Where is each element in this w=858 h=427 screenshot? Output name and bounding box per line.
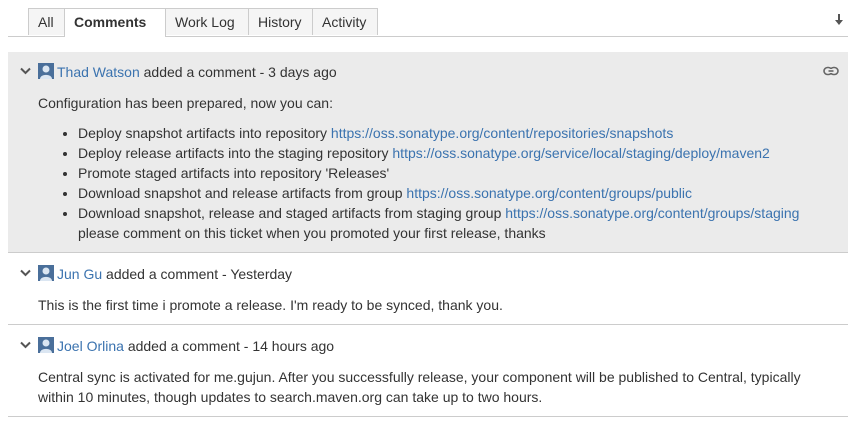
list-item: Promote staged artifacts into repository…	[78, 163, 828, 183]
user-avatar-icon[interactable]	[38, 337, 54, 353]
comment-body: This is the first time i promote a relea…	[38, 295, 828, 315]
list-item-text: Deploy snapshot artifacts into repositor…	[78, 125, 331, 141]
tab-comments[interactable]: Comments	[64, 8, 166, 37]
chevron-down-icon[interactable]	[20, 269, 31, 277]
list-item-text: Promote staged artifacts into repository…	[78, 165, 390, 181]
repository-link[interactable]: https://oss.sonatype.org/content/groups/…	[406, 185, 692, 201]
tab-history[interactable]: History	[248, 8, 313, 35]
comment-separator: -	[239, 338, 253, 354]
comment-separator: -	[218, 266, 231, 282]
comment-list: Deploy snapshot artifacts into repositor…	[38, 123, 828, 243]
user-avatar-icon[interactable]	[38, 265, 54, 281]
author-link[interactable]: Thad Watson	[57, 64, 140, 80]
author-link[interactable]: Joel Orlina	[57, 338, 124, 354]
comment-timestamp[interactable]: 14 hours ago	[252, 338, 334, 354]
author-link[interactable]: Jun Gu	[57, 266, 102, 282]
comment-timestamp[interactable]: 3 days ago	[268, 64, 337, 80]
comment-action: added a comment	[106, 266, 219, 282]
comment: Thad Watson added a comment - 3 days ago…	[8, 52, 848, 253]
comment-timestamp[interactable]: Yesterday	[230, 266, 292, 282]
list-item-text: Download snapshot and release artifacts …	[78, 185, 407, 201]
comment-intro: Configuration has been prepared, now you…	[38, 95, 333, 111]
comment-action: added a comment	[143, 64, 256, 80]
comment-meta: Thad Watson added a comment - 3 days ago	[57, 63, 337, 81]
comment-meta: Jun Gu added a comment - Yesterday	[57, 265, 292, 283]
repository-link[interactable]: https://oss.sonatype.org/service/local/s…	[392, 145, 769, 161]
comment: Joel Orlina added a comment - 14 hours a…	[8, 326, 848, 417]
tab-activity[interactable]: Activity	[312, 8, 378, 35]
list-item: Deploy release artifacts into the stagin…	[78, 143, 828, 163]
tab-work-log[interactable]: Work Log	[165, 8, 249, 35]
list-item: Deploy snapshot artifacts into repositor…	[78, 123, 828, 143]
chevron-down-icon[interactable]	[20, 67, 31, 75]
comment-meta: Joel Orlina added a comment - 14 hours a…	[57, 337, 334, 355]
link-icon[interactable]	[823, 66, 839, 76]
activity-tabs: All Comments Work Log History Activity	[8, 0, 848, 37]
list-item-tail: please comment on this ticket when you p…	[78, 225, 546, 241]
comment-text: This is the first time i promote a relea…	[38, 297, 503, 313]
chevron-down-icon[interactable]	[20, 341, 31, 349]
user-avatar-icon[interactable]	[38, 63, 54, 79]
list-item: Download snapshot, release and staged ar…	[78, 203, 828, 243]
arrow-down-icon[interactable]	[834, 14, 844, 26]
list-item-text: Deploy release artifacts into the stagin…	[78, 145, 393, 161]
comment-body: Configuration has been prepared, now you…	[38, 93, 828, 243]
comment-separator: -	[255, 64, 269, 80]
comment-text: Central sync is activated for me.gujun. …	[38, 369, 801, 405]
tab-all[interactable]: All	[28, 8, 65, 35]
list-item-text: Download snapshot, release and staged ar…	[78, 205, 506, 221]
comment-body: Central sync is activated for me.gujun. …	[38, 367, 828, 407]
list-item: Download snapshot and release artifacts …	[78, 183, 828, 203]
comment: Jun Gu added a comment - Yesterday This …	[8, 254, 848, 325]
repository-link[interactable]: https://oss.sonatype.org/content/groups/…	[505, 205, 799, 221]
repository-link[interactable]: https://oss.sonatype.org/content/reposit…	[331, 125, 673, 141]
comment-action: added a comment	[127, 338, 240, 354]
